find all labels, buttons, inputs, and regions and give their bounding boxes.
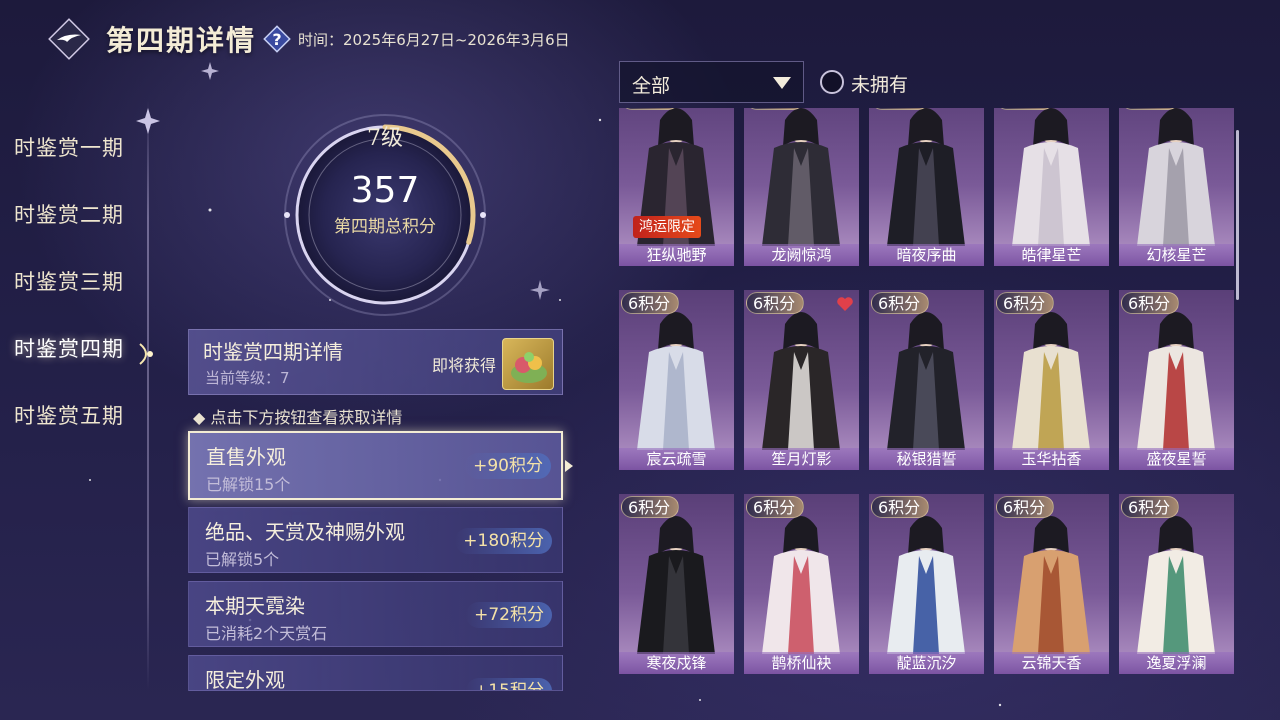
outfit-card[interactable]: 6积分笙月灯影 [744, 290, 859, 470]
outfit-points-badge: 6积分 [746, 292, 805, 314]
source-subtitle: 已解锁15个 [206, 475, 291, 494]
outfit-name: 云锦天香 [994, 652, 1109, 674]
outfit-card[interactable]: 6积分宸云疏雪 [619, 290, 734, 470]
page-header: 第四期详情 ? 时间：2025年6月27日~2026年3月6日 [44, 14, 570, 64]
outfit-points-badge: 6积分 [746, 108, 805, 110]
total-score-label: 第四期总积分 [334, 217, 436, 237]
sidebar-item-period-1[interactable]: 时鉴赏一期 [14, 132, 124, 162]
outfit-card[interactable]: 6积分龙阙惊鸿 [744, 108, 859, 266]
outfit-points-badge: 6积分 [871, 292, 930, 314]
outfit-points-badge: 6积分 [621, 496, 680, 518]
source-item-dye[interactable]: 本期天霓染 已消耗2个天赏石 +72积分 [188, 581, 563, 647]
swallow-logo-icon [48, 18, 90, 60]
outfit-grid: 6积分鸿运限定狂纵驰野6积分龙阙惊鸿6积分暗夜序曲6积分皓律星芒6积分幻核星芒6… [619, 108, 1237, 692]
source-item-limited[interactable]: 限定外观 +15积分 [188, 655, 563, 691]
period-detail-card[interactable]: 时鉴赏四期详情 当前等级：7 即将获得 [188, 329, 563, 395]
outfit-points-badge: 6积分 [1121, 292, 1180, 314]
sidebar-item-period-4[interactable]: 时鉴赏四期 [14, 333, 124, 363]
hint-text: ◆ 点击下方按钮查看获取详情 [193, 408, 403, 427]
reward-item-icon[interactable] [502, 338, 554, 390]
outfit-card[interactable]: 6积分靛蓝沉汐 [869, 494, 984, 674]
outfit-card[interactable]: 6积分鹊桥仙袂 [744, 494, 859, 674]
source-item-direct-sale[interactable]: 直售外观 已解锁15个 +90积分 [188, 431, 563, 500]
outfit-portrait [762, 108, 840, 246]
source-points-badge: +180积分 [455, 528, 552, 554]
outfit-card[interactable]: 6积分盛夜星誓 [1119, 290, 1234, 470]
question-icon: ? [263, 25, 291, 53]
svg-text:?: ? [272, 30, 281, 49]
outfit-name: 龙阙惊鸿 [744, 244, 859, 266]
source-title: 直售外观 [206, 445, 286, 469]
source-item-premium-outfits[interactable]: 绝品、天赏及神赐外观 已解锁5个 +180积分 [188, 507, 563, 573]
outfit-points-badge: 6积分 [996, 108, 1055, 110]
outfit-points-badge: 6积分 [621, 108, 680, 110]
filter-dropdown[interactable]: 全部 [619, 61, 804, 103]
outfit-card[interactable]: 6积分暗夜序曲 [869, 108, 984, 266]
page-title: 第四期详情 [106, 24, 257, 57]
outfit-card[interactable]: 6积分皓律星芒 [994, 108, 1109, 266]
outfit-name: 皓律星芒 [994, 244, 1109, 266]
total-score-value: 357 [350, 170, 420, 211]
sidebar-item-period-3[interactable]: 时鉴赏三期 [14, 266, 124, 296]
outfit-name: 鹊桥仙袂 [744, 652, 859, 674]
outfit-name: 狂纵驰野 [619, 244, 734, 266]
outfit-points-badge: 6积分 [1121, 108, 1180, 110]
outfit-name: 逸夏浮澜 [1119, 652, 1234, 674]
grid-scrollbar[interactable] [1236, 130, 1239, 300]
source-points-badge: +15积分 [466, 678, 552, 690]
score-dial: 7级 357 第四期总积分 [282, 112, 488, 318]
outfit-name: 宸云疏雪 [619, 448, 734, 470]
outfit-name: 笙月灯影 [744, 448, 859, 470]
source-points-badge: +90积分 [465, 453, 551, 479]
caret-down-icon [773, 77, 791, 89]
outfit-points-badge: 6积分 [996, 496, 1055, 518]
outfit-name: 暗夜序曲 [869, 244, 984, 266]
outfit-portrait [1012, 108, 1090, 246]
outfit-card[interactable]: 6积分鸿运限定狂纵驰野 [619, 108, 734, 266]
not-owned-radio[interactable] [820, 70, 844, 94]
outfit-name: 盛夜星誓 [1119, 448, 1234, 470]
detail-title: 时鉴赏四期详情 [203, 340, 343, 364]
sidebar-divider [147, 100, 149, 690]
outfit-points-badge: 6积分 [1121, 496, 1180, 518]
outfit-points-badge: 6积分 [871, 496, 930, 518]
outfit-card[interactable]: 6积分寒夜戍锋 [619, 494, 734, 674]
period-text: 时间：2025年6月27日~2026年3月6日 [298, 30, 570, 49]
source-points-badge: +72积分 [466, 602, 552, 628]
outfit-points-badge: 6积分 [746, 496, 805, 518]
outfit-name: 寒夜戍锋 [619, 652, 734, 674]
filter-selected-value: 全部 [632, 75, 671, 97]
outfit-card[interactable]: 6积分云锦天香 [994, 494, 1109, 674]
outfit-name: 玉华拈香 [994, 448, 1109, 470]
outfit-name: 秘银猎誓 [869, 448, 984, 470]
source-title: 本期天霓染 [205, 594, 305, 618]
outfit-name: 靛蓝沉汐 [869, 652, 984, 674]
outfit-points-badge: 6积分 [621, 292, 680, 314]
sidebar-item-period-5[interactable]: 时鉴赏五期 [14, 400, 124, 430]
outfit-points-badge: 6积分 [996, 292, 1055, 314]
outfit-portrait [887, 108, 965, 246]
outfit-card[interactable]: 6积分幻核星芒 [1119, 108, 1234, 266]
not-owned-label[interactable]: 未拥有 [851, 70, 908, 97]
source-subtitle: 已解锁5个 [205, 550, 280, 569]
current-level-text: 当前等级：7 [205, 369, 290, 387]
outfit-card[interactable]: 6积分玉华拈香 [994, 290, 1109, 470]
selected-arrow-icon [565, 460, 573, 472]
source-subtitle: 已消耗2个天赏石 [205, 624, 328, 643]
level-text: 7级 [367, 126, 403, 151]
upcoming-reward-label: 即将获得 [431, 356, 496, 375]
heart-icon [836, 296, 854, 316]
source-title: 绝品、天赏及神赐外观 [205, 520, 405, 544]
limited-badge: 鸿运限定 [633, 216, 701, 238]
source-title: 限定外观 [205, 668, 285, 691]
sidebar-item-period-2[interactable]: 时鉴赏二期 [14, 199, 124, 229]
outfit-portrait [1137, 108, 1215, 246]
outfit-points-badge: 6积分 [871, 108, 930, 110]
outfit-card[interactable]: 6积分秘银猎誓 [869, 290, 984, 470]
back-button[interactable] [44, 14, 94, 64]
outfit-name: 幻核星芒 [1119, 244, 1234, 266]
active-marker-icon [139, 343, 153, 365]
help-button[interactable]: ? [262, 24, 292, 54]
outfit-card[interactable]: 6积分逸夏浮澜 [1119, 494, 1234, 674]
